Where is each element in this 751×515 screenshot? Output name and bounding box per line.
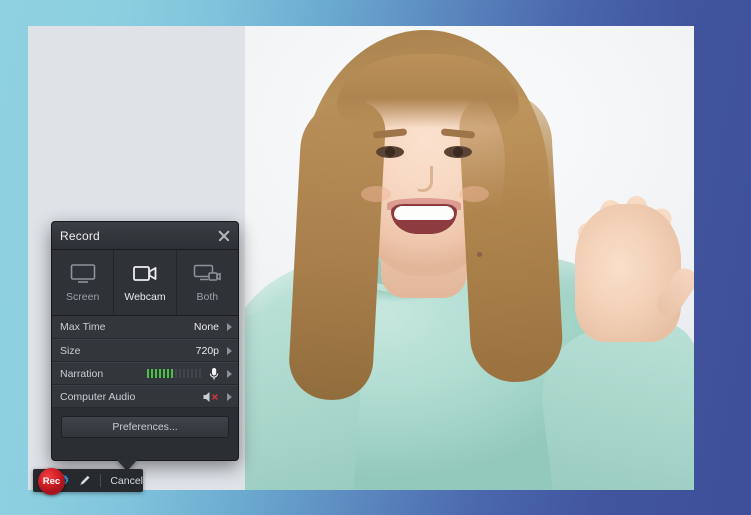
eye-right: [444, 146, 472, 158]
meter-bar: [178, 369, 181, 378]
mode-tab-both[interactable]: Both: [177, 250, 238, 315]
record-mode-tabs: Screen Webcam Both: [52, 250, 238, 316]
cheek-left: [361, 186, 391, 202]
raised-hand: [575, 204, 681, 342]
meter-bar: [194, 369, 197, 378]
panel-title: Record: [60, 228, 100, 243]
meter-bar: [174, 369, 177, 378]
mode-tab-screen[interactable]: Screen: [52, 250, 115, 315]
option-row-size[interactable]: Size 720p: [52, 339, 238, 362]
monitor-icon: [70, 264, 95, 283]
chevron-right-icon[interactable]: [227, 323, 232, 331]
preferences-button[interactable]: Preferences...: [61, 416, 229, 438]
option-label: Narration: [60, 367, 104, 380]
meter-bar: [150, 369, 153, 378]
toolbar-divider: [100, 474, 102, 487]
video-camera-icon: [133, 266, 157, 281]
meter-bar: [190, 369, 193, 378]
cheek-right: [459, 186, 489, 202]
preferences-area: Preferences...: [52, 408, 238, 438]
meter-bar: [198, 369, 201, 378]
cancel-button[interactable]: Cancel: [110, 475, 143, 487]
pencil-icon[interactable]: [78, 473, 92, 488]
meter-bar: [166, 369, 169, 378]
option-row-computer-audio[interactable]: Computer Audio: [52, 385, 238, 408]
meter-bar: [146, 369, 149, 378]
microphone-icon[interactable]: [208, 367, 220, 381]
meter-bar: [182, 369, 185, 378]
hair-left-strand: [287, 98, 387, 402]
chevron-right-icon[interactable]: [227, 369, 232, 378]
record-options-list: Max Time None Size 720p Narration Comput…: [52, 316, 238, 408]
meter-bar: [170, 369, 173, 378]
option-value: None: [193, 321, 219, 333]
record-button[interactable]: Rec: [38, 468, 65, 495]
option-label: Size: [60, 344, 81, 357]
speaker-muted-icon[interactable]: [202, 390, 220, 404]
monitor-plus-camera-icon: [194, 264, 222, 281]
mode-tab-screen-label: Screen: [66, 291, 100, 303]
audio-level-meter: [146, 369, 201, 378]
record-panel: Record Screen Webcam Both Max Time None …: [51, 221, 239, 471]
meter-bar: [186, 369, 189, 378]
mode-tab-both-label: Both: [196, 291, 219, 303]
mode-tab-webcam[interactable]: Webcam: [114, 250, 177, 315]
screenshot-stage: Record Screen Webcam Both Max Time None …: [0, 0, 751, 515]
meter-bar: [158, 369, 161, 378]
teeth: [394, 206, 454, 220]
eye-left: [376, 146, 404, 158]
close-icon[interactable]: [217, 229, 231, 243]
chevron-right-icon[interactable]: [227, 392, 232, 401]
chevron-right-icon[interactable]: [227, 346, 232, 355]
nose: [417, 166, 433, 192]
record-panel-header: Record: [52, 222, 238, 250]
option-label: Computer Audio: [60, 390, 136, 403]
webcam-photo: [245, 26, 694, 490]
option-row-max-time[interactable]: Max Time None: [52, 316, 238, 339]
option-value: 720p: [195, 344, 219, 357]
mode-tab-webcam-label: Webcam: [124, 291, 166, 303]
beauty-mark: [477, 252, 482, 257]
option-label: Max Time: [60, 321, 106, 333]
meter-bar: [162, 369, 165, 378]
option-row-narration[interactable]: Narration: [52, 362, 238, 385]
meter-bar: [154, 369, 157, 378]
